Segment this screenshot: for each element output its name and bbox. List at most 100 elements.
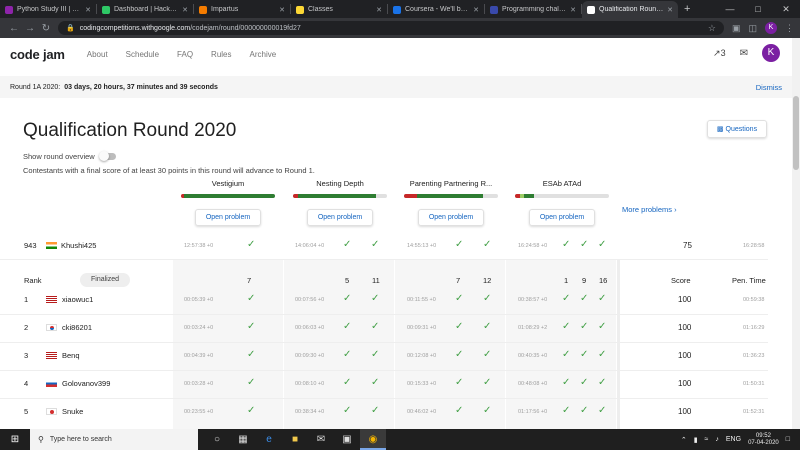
chevron-right-icon: ›	[674, 205, 677, 214]
open-problem-button[interactable]: Open problem	[195, 209, 261, 226]
user-avatar[interactable]: K	[762, 44, 780, 62]
check-icon: ✓	[580, 377, 589, 388]
tab-favicon-icon	[5, 5, 13, 14]
page-scrollbar[interactable]	[792, 38, 800, 429]
close-window-icon[interactable]: ✕	[772, 0, 800, 18]
code-jam-logo[interactable]: code jam	[10, 47, 65, 62]
overview-toggle[interactable]	[98, 151, 116, 161]
task-view-icon[interactable]: ▦	[230, 429, 256, 450]
battery-icon[interactable]: ▮	[694, 436, 698, 444]
solve-rate-bar	[293, 194, 387, 198]
taskbar-search-input[interactable]: ⚲ Type here to search	[30, 429, 198, 450]
open-problem-button[interactable]: Open problem	[529, 209, 595, 226]
tab-close-icon[interactable]: ✕	[473, 6, 479, 14]
flag-ru-icon	[46, 380, 57, 387]
new-tab-button[interactable]: +	[684, 3, 690, 15]
check-icon: ✓	[598, 377, 607, 388]
clock-date: 07-04-2020	[748, 439, 779, 446]
maximize-icon[interactable]: □	[744, 0, 772, 18]
contestant-name[interactable]: Snuke	[62, 407, 83, 416]
mail-icon[interactable]: ✉	[308, 429, 334, 450]
forward-icon[interactable]: →	[22, 23, 38, 34]
check-icon: ✓	[247, 239, 256, 250]
tab-close-icon[interactable]: ✕	[85, 6, 91, 14]
nav-about[interactable]: About	[87, 50, 108, 59]
finalized-chip[interactable]: Finalized	[80, 273, 130, 287]
penalty-time: 01:36:23	[743, 353, 765, 359]
address-bar[interactable]: 🔒 codingcompetitions.withgoogle.com /cod…	[58, 21, 724, 35]
rank: 5	[24, 407, 29, 416]
file-explorer-icon[interactable]: ■	[282, 429, 308, 450]
flag-kr-icon	[46, 324, 57, 331]
tab-title: Coursera - We'll be ba	[405, 6, 471, 13]
questions-button[interactable]: ▩ Questions	[707, 120, 767, 138]
solve-time: 00:12:08 +0	[407, 353, 437, 359]
table-row: 3 Benq 00:04:39 +0 ✓ 00:09:30 +0 ✓ ✓ 00:12:08 +…	[0, 344, 792, 372]
next-round-banner: Round 1A 2020: 03 days, 20 hours, 37 min…	[0, 76, 792, 98]
tab-close-icon[interactable]: ✕	[570, 6, 576, 14]
browser-tab[interactable]: Classes ✕	[291, 1, 387, 18]
windows-start-icon[interactable]: ⊞	[0, 434, 30, 445]
store-icon[interactable]: ▣	[334, 429, 360, 450]
tab-close-icon[interactable]: ✕	[279, 6, 285, 14]
cast-icon[interactable]: ◫	[748, 23, 757, 34]
penalty-time: 01:16:29	[743, 325, 765, 331]
check-icon: ✓	[483, 293, 492, 304]
taskbar-clock[interactable]: 09:52 07-04-2020	[748, 433, 779, 447]
notification-count: 3	[720, 47, 726, 58]
table-row: 1 xiaowuc1 00:05:39 +0 ✓ 00:07:56 +0 ✓ ✓ 00:11:…	[0, 288, 792, 316]
contestant-name[interactable]: Golovanov399	[62, 379, 110, 388]
open-problem-button[interactable]: Open problem	[307, 209, 373, 226]
chevron-up-icon[interactable]: ⌃	[681, 436, 687, 444]
cortana-icon[interactable]: ○	[204, 429, 230, 450]
contestant-name[interactable]: Benq	[62, 351, 80, 360]
volume-icon[interactable]: ♪	[715, 436, 719, 443]
browser-tab[interactable]: Qualification Round 20 ✕	[582, 1, 678, 18]
contestant-name[interactable]: cki86201	[62, 323, 92, 332]
reload-icon[interactable]: ↻	[38, 23, 54, 34]
nav-schedule[interactable]: Schedule	[126, 50, 159, 59]
check-icon: ✓	[580, 321, 589, 332]
nav-archive[interactable]: Archive	[250, 50, 277, 59]
tab-close-icon[interactable]: ✕	[182, 6, 188, 14]
header-points: 16	[599, 276, 608, 285]
dismiss-button[interactable]: Dismiss	[756, 83, 782, 92]
nav-rules[interactable]: Rules	[211, 50, 231, 59]
browser-profile-avatar[interactable]: K	[765, 22, 777, 34]
scrollbar-thumb[interactable]	[793, 96, 799, 170]
overview-label: Show round overview	[23, 152, 95, 161]
browser-tab[interactable]: Dashboard | HackerRank✕	[97, 1, 193, 18]
solve-time: 00:04:39 +0	[184, 353, 214, 359]
bookmark-star-icon[interactable]: ☆	[708, 23, 716, 34]
tab-close-icon[interactable]: ✕	[376, 6, 382, 14]
edge-icon[interactable]: e	[256, 429, 282, 450]
table-row: 2 cki86201 00:03:24 +0 ✓ 00:06:03 +0 ✓ ✓ 00:09:…	[0, 316, 792, 344]
browser-tab[interactable]: Python Study III | Progr ✕	[0, 1, 96, 18]
browser-menu-icon[interactable]: ⋮	[785, 23, 794, 34]
wifi-icon[interactable]: ≈	[705, 436, 709, 443]
contestant-name[interactable]: xiaowuc1	[62, 295, 93, 304]
nav-faq[interactable]: FAQ	[177, 50, 193, 59]
more-problems-link[interactable]: More problems ›	[622, 205, 677, 214]
contestant-name[interactable]: Khushi425	[61, 241, 96, 250]
extension-icon[interactable]: ▣	[732, 23, 741, 34]
header-points: 11	[372, 276, 380, 285]
browser-tab[interactable]: Programming challeng ✕	[485, 1, 581, 18]
language-indicator[interactable]: ENG	[726, 436, 741, 443]
problem-name: Nesting Depth	[316, 179, 364, 188]
back-icon[interactable]: ←	[6, 23, 22, 34]
check-icon: ✓	[343, 405, 352, 416]
tab-close-icon[interactable]: ✕	[667, 6, 673, 14]
check-icon: ✓	[598, 405, 607, 416]
browser-tab[interactable]: Impartus ✕	[194, 1, 290, 18]
open-problem-button[interactable]: Open problem	[418, 209, 484, 226]
browser-tab-strip: Python Study III | Progr ✕ Dashboard | Hac…	[0, 0, 800, 18]
notifications-button[interactable]: ↗3	[713, 48, 726, 59]
page-title: Qualification Round 2020	[23, 120, 237, 141]
notification-center-icon[interactable]: □	[786, 436, 790, 443]
chat-icon[interactable]: ✉	[740, 48, 748, 59]
solve-time: 00:40:35 +0	[518, 353, 548, 359]
browser-tab[interactable]: Coursera - We'll be ba ✕	[388, 1, 484, 18]
chrome-icon[interactable]: ◉	[360, 429, 386, 450]
minimize-icon[interactable]: —	[716, 0, 744, 18]
